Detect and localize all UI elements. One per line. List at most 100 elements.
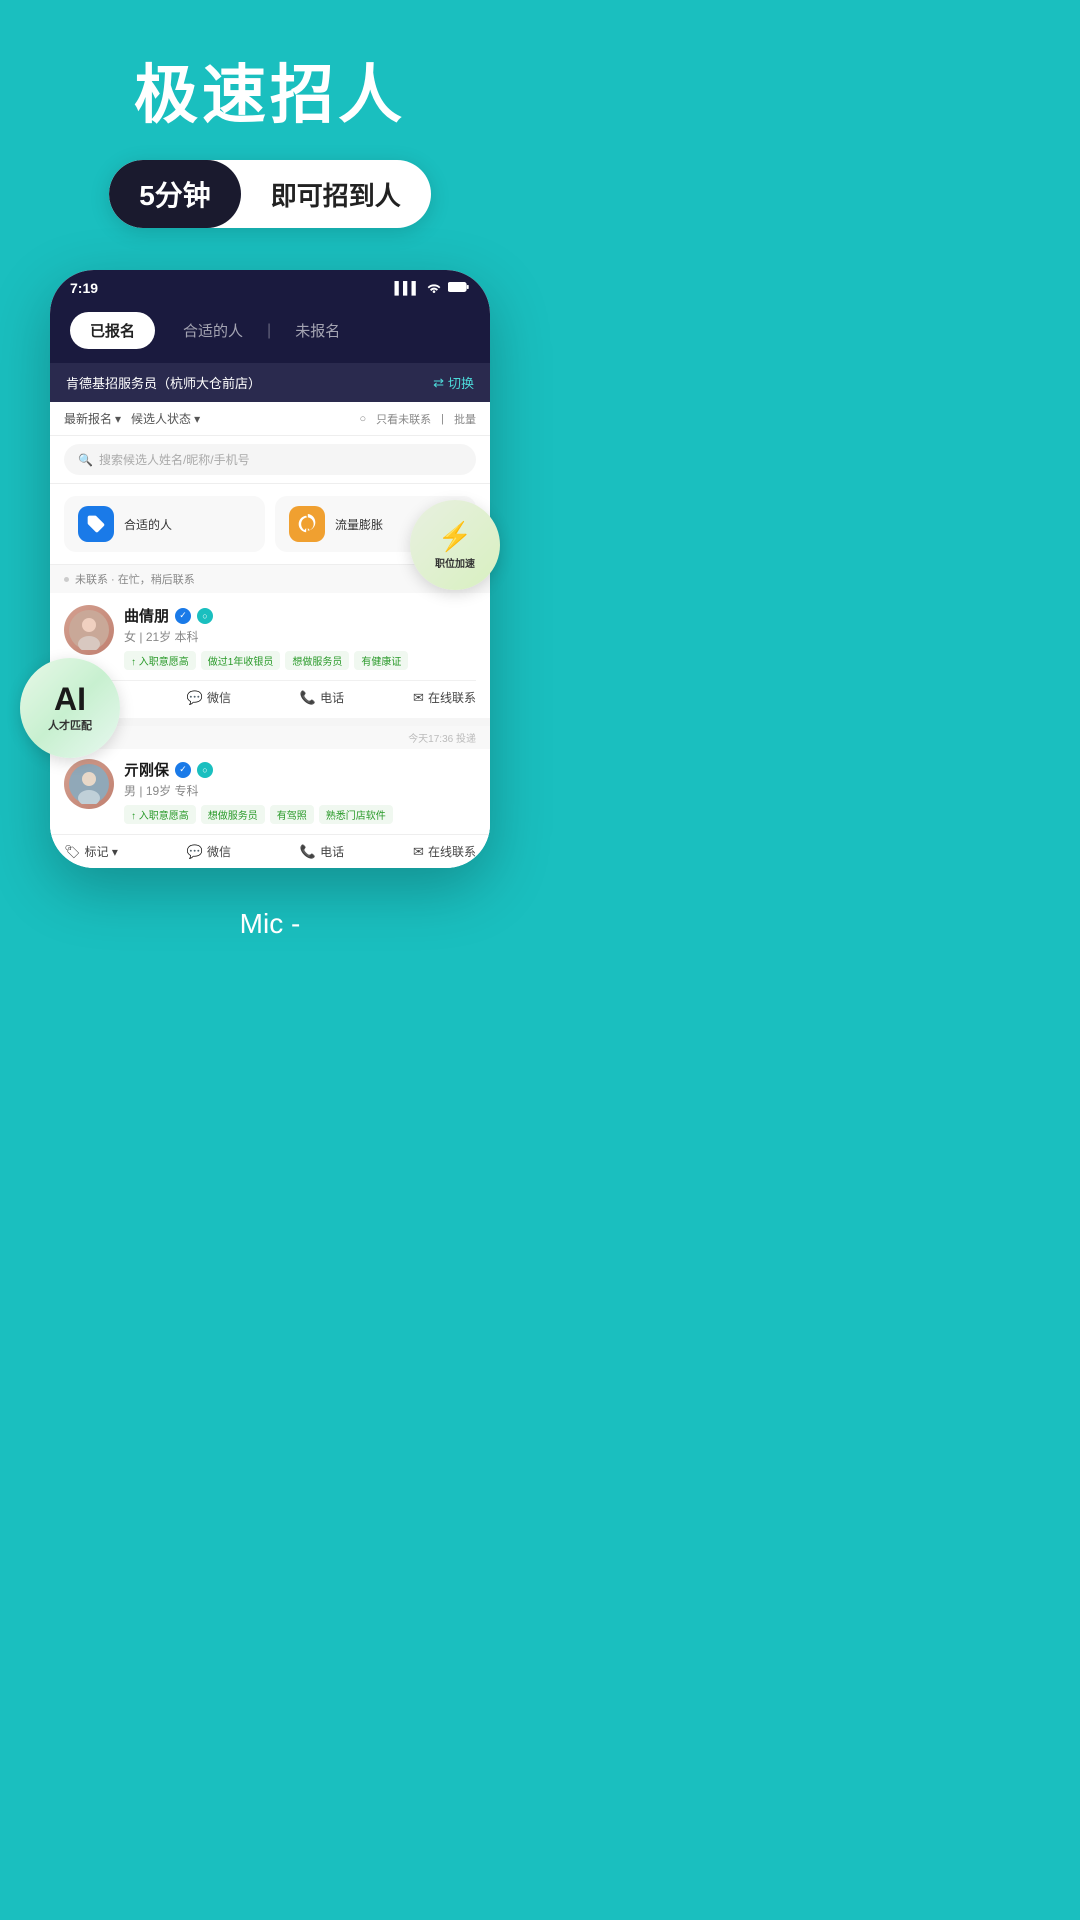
online-btn-1[interactable]: ✉ 在线联系 (413, 689, 476, 706)
tag-2-3: 熟悉门店软件 (319, 805, 393, 824)
timestamp-1: 今天17:36 投递 (50, 726, 490, 749)
batch-btn[interactable]: 批量 (454, 411, 476, 427)
status-dot (64, 577, 69, 582)
candidate-name-row-1: 曲倩朋 ✓ ○ (124, 605, 476, 626)
tag-1-2: 想做服务员 (285, 651, 349, 670)
divider: | (441, 413, 444, 425)
wechat-icon-1: 💬 (187, 690, 203, 706)
badge-light: 即可招到人 (241, 162, 431, 227)
candidate-meta-1: 女 | 21岁 本科 (124, 628, 476, 645)
bottom-action-bar: 🏷 标记 ▾ 💬 微信 📞 电话 ✉ 在线联系 (50, 834, 490, 868)
candidate-gender-2: 男 (124, 784, 136, 798)
phone-label-1: 电话 (320, 689, 344, 706)
tab-enrolled[interactable]: 已报名 (70, 312, 155, 349)
search-icon: 🔍 (78, 453, 93, 467)
status-bar: 7:19 ▌▌▌ (50, 270, 490, 302)
candidate-tags-1: 入职意愿高 做过1年收银员 想做服务员 有健康证 (124, 651, 476, 670)
action-buttons-row-1: 🏷 标记 ▾ 💬 微信 📞 电话 ✉ 在线联系 (64, 680, 476, 706)
action-suitable[interactable]: 合适的人 (64, 496, 265, 552)
candidate-header-1: 曲倩朋 ✓ ○ 女 | 21岁 本科 入职意愿高 (64, 605, 476, 670)
wechat-btn-2[interactable]: 💬 微信 (187, 843, 231, 860)
job-title-bar: 肯德基招服务员（杭师大仓前店） ⇄ 切换 (50, 363, 490, 402)
filter-right: ○ 只看未联系 | 批量 (359, 411, 476, 427)
badge-container: 5分钟 即可招到人 (109, 160, 431, 228)
verify-badge-blue-2: ✓ (175, 762, 191, 778)
mark-label-2: 标记 ▾ (85, 843, 118, 860)
hero-title: 极速招人 (0, 60, 540, 130)
tag-1-0: 入职意愿高 (124, 651, 196, 670)
search-bar: 🔍 搜索候选人姓名/昵称/手机号 (50, 436, 490, 484)
candidate-age-1: 21岁 (146, 630, 171, 644)
badge-row: 5分钟 即可招到人 (0, 160, 540, 228)
online-btn-2[interactable]: ✉ 在线联系 (413, 843, 476, 860)
tab-bar: 已报名 合适的人 | 未报名 (50, 302, 490, 363)
suitable-label: 合适的人 (124, 516, 172, 533)
candidate-age-2: 19岁 (146, 784, 171, 798)
float-speed-btn[interactable]: ⚡ 职位加速 (410, 500, 500, 590)
candidate-name-1: 曲倩朋 (124, 605, 169, 626)
filter-sort[interactable]: 最新报名 ▾ (64, 410, 121, 427)
lightning-icon: ⚡ (438, 520, 473, 553)
search-input[interactable]: 🔍 搜索候选人姓名/昵称/手机号 (64, 444, 476, 475)
avatar-img-1 (64, 605, 114, 655)
tab-not-enrolled[interactable]: 未报名 (275, 312, 360, 349)
tag-2-1: 想做服务员 (201, 805, 265, 824)
filter-status[interactable]: 候选人状态 ▾ (131, 410, 200, 427)
wechat-icon-2: 💬 (187, 844, 203, 860)
filter-left: 最新报名 ▾ 候选人状态 ▾ (64, 410, 200, 427)
chevron-down-icon-2: ▾ (194, 412, 200, 426)
job-title-text: 肯德基招服务员（杭师大仓前店） (66, 373, 261, 392)
phone-btn-1[interactable]: 📞 电话 (300, 689, 344, 706)
candidate-meta-2: 男 | 19岁 专科 (124, 782, 476, 799)
phone-label-2: 电话 (320, 843, 344, 860)
online-label-2: 在线联系 (428, 843, 476, 860)
battery-icon (448, 281, 470, 296)
online-label-1: 在线联系 (428, 689, 476, 706)
mic-label: Mic - (240, 908, 301, 940)
candidate-status-text: 未联系 · 在忙，稍后联系 (75, 571, 195, 587)
chevron-down-icon: ▾ (115, 412, 121, 426)
avatar-2 (64, 759, 114, 809)
phone-icon-1: 📞 (300, 690, 316, 706)
switch-label: 切换 (448, 373, 474, 392)
hero-section: 极速招人 5分钟 即可招到人 (0, 0, 540, 258)
candidate-edu-1: 本科 (175, 630, 199, 644)
traffic-icon (289, 506, 325, 542)
candidate-info-2: 亓刚保 ✓ ○ 男 | 19岁 专科 入职意愿高 (124, 759, 476, 824)
tab-divider-2: | (267, 322, 271, 340)
switch-button[interactable]: ⇄ 切换 (433, 373, 474, 392)
mark-icon-2: 🏷 (64, 844, 81, 860)
candidate-gender-1: 女 (124, 630, 136, 644)
online-icon-1: ✉ (413, 690, 424, 706)
filter-bar: 最新报名 ▾ 候选人状态 ▾ ○ 只看未联系 | 批量 (50, 402, 490, 436)
suitable-icon (78, 506, 114, 542)
tag-1-1: 做过1年收银员 (201, 651, 281, 670)
candidate-tags-2: 入职意愿高 想做服务员 有驾照 熟悉门店软件 (124, 805, 476, 824)
candidate-card-2: 亓刚保 ✓ ○ 男 | 19岁 专科 入职意愿高 (50, 749, 490, 834)
tag-2-2: 有驾照 (270, 805, 314, 824)
only-uncontacted[interactable]: 只看未联系 (376, 411, 431, 427)
candidate-info-1: 曲倩朋 ✓ ○ 女 | 21岁 本科 入职意愿高 (124, 605, 476, 670)
candidate-name-row-2: 亓刚保 ✓ ○ (124, 759, 476, 780)
tag-1-3: 有健康证 (354, 651, 408, 670)
float-ai-btn[interactable]: AI 人才匹配 (20, 658, 120, 758)
avatar-1 (64, 605, 114, 655)
phone-wrapper: 7:19 ▌▌▌ (50, 270, 490, 868)
ai-label: 人才匹配 (48, 717, 92, 733)
time-display: 7:19 (70, 280, 98, 296)
verify-badge-teal-2: ○ (197, 762, 213, 778)
candidate-header-2: 亓刚保 ✓ ○ 男 | 19岁 专科 入职意愿高 (64, 759, 476, 824)
phone-btn-2[interactable]: 📞 电话 (300, 843, 344, 860)
mark-btn-2[interactable]: 🏷 标记 ▾ (64, 843, 118, 860)
search-placeholder: 搜索候选人姓名/昵称/手机号 (99, 451, 250, 468)
switch-icon: ⇄ (433, 375, 444, 391)
candidate-name-2: 亓刚保 (124, 759, 169, 780)
wechat-btn-1[interactable]: 💬 微信 (187, 689, 231, 706)
tab-suitable[interactable]: 合适的人 (163, 312, 263, 349)
signal-icon: ▌▌▌ (394, 281, 420, 295)
phone-icon-2: 📞 (300, 844, 316, 860)
tag-2-0: 入职意愿高 (124, 805, 196, 824)
traffic-label: 流量膨胀 (335, 516, 383, 533)
status-icons: ▌▌▌ (394, 281, 470, 296)
verify-badge-teal-1: ○ (197, 608, 213, 624)
